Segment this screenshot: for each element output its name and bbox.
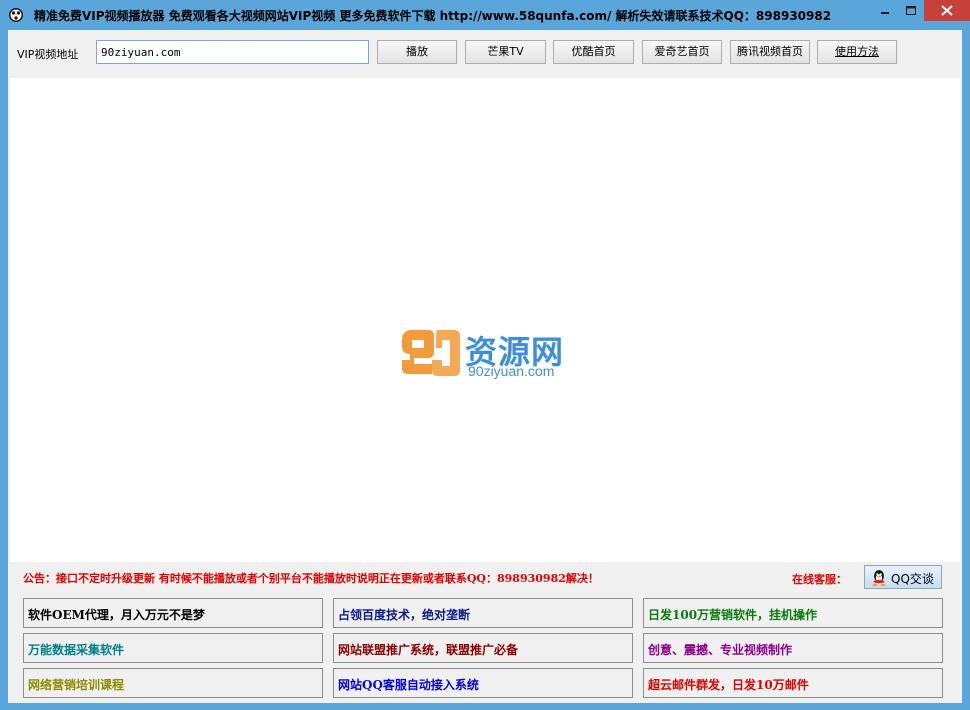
app-icon[interactable] <box>8 7 24 23</box>
maximize-button[interactable] <box>898 0 924 21</box>
promo-label: 网站联盟推广系统，联盟推广必备 <box>338 643 519 657</box>
promo-link-video-production[interactable]: 创意、震撼、专业视频制作 <box>643 633 943 663</box>
close-button[interactable] <box>924 0 970 21</box>
minimize-icon <box>881 12 889 14</box>
logo-mark-icon <box>402 330 460 376</box>
youku-home-button[interactable]: 优酷首页 <box>553 40 634 64</box>
app-window: 精准免费VIP视频播放器 免费观看各大视频网站VIP视频 更多免费软件下载 ht… <box>0 0 970 710</box>
promo-label: 网站QQ客服自动接入系统 <box>338 678 479 692</box>
minimize-button[interactable] <box>872 0 898 21</box>
logo-subtext: 90ziyuan.com <box>468 363 555 379</box>
announcement-text: 公告：接口不定时升级更新 有时候不能播放或者个别平台不能播放时说明正在更新或者联… <box>23 572 599 585</box>
promo-link-qq-service[interactable]: 网站QQ客服自动接入系统 <box>333 668 633 698</box>
promo-label: 万能数据采集软件 <box>28 643 125 657</box>
client-area: VIP视频地址 播放 芒果TV 优酷首页 爱奇艺首页 腾讯视频首页 使用方法 资… <box>8 30 962 703</box>
promo-link-training[interactable]: 网络营销培训课程 <box>23 668 323 698</box>
promo-label: 网络营销培训课程 <box>28 678 125 692</box>
promo-link-email[interactable]: 超云邮件群发，日发10万邮件 <box>643 668 943 698</box>
watermark-logo: 资源网 90ziyuan.com <box>398 326 578 386</box>
promo-label: 超云邮件群发，日发10万邮件 <box>648 678 809 692</box>
promo-label: 创意、震撼、专业视频制作 <box>648 643 793 657</box>
qq-chat-button[interactable]: QQ交谈 <box>864 565 942 589</box>
promo-link-data-scraper[interactable]: 万能数据采集软件 <box>23 633 323 663</box>
promo-link-oem[interactable]: 软件OEM代理，月入万元不是梦 <box>23 598 323 628</box>
online-service-label: 在线客服： <box>792 573 847 586</box>
tencent-video-home-button[interactable]: 腾讯视频首页 <box>730 40 810 64</box>
promo-label: 软件OEM代理，月入万元不是梦 <box>28 608 205 622</box>
promo-link-affiliate-system[interactable]: 网站联盟推广系统，联盟推广必备 <box>333 633 633 663</box>
promo-label: 占领百度技术，绝对垄断 <box>338 608 471 622</box>
promo-link-marketing-software[interactable]: 日发100万营销软件，挂机操作 <box>643 598 943 628</box>
iqiyi-home-button[interactable]: 爱奇艺首页 <box>642 40 722 64</box>
window-title: 精准免费VIP视频播放器 免费观看各大视频网站VIP视频 更多免费软件下载 ht… <box>34 9 832 23</box>
maximize-icon <box>906 6 916 15</box>
title-bar[interactable]: 精准免费VIP视频播放器 免费观看各大视频网站VIP视频 更多免费软件下载 ht… <box>0 0 970 30</box>
video-player-area[interactable]: 资源网 90ziyuan.com <box>10 78 960 562</box>
url-label: VIP视频地址 <box>17 48 79 61</box>
mango-tv-button[interactable]: 芒果TV <box>465 40 546 64</box>
promo-link-baidu[interactable]: 占领百度技术，绝对垄断 <box>333 598 633 628</box>
qq-chat-label: QQ交谈 <box>891 572 934 586</box>
promo-label: 日发100万营销软件，挂机操作 <box>648 608 818 622</box>
qq-penguin-icon <box>872 570 886 587</box>
play-button[interactable]: 播放 <box>377 40 457 64</box>
close-icon <box>941 5 953 16</box>
usage-guide-button[interactable]: 使用方法 <box>817 40 897 64</box>
url-input[interactable] <box>96 40 369 64</box>
